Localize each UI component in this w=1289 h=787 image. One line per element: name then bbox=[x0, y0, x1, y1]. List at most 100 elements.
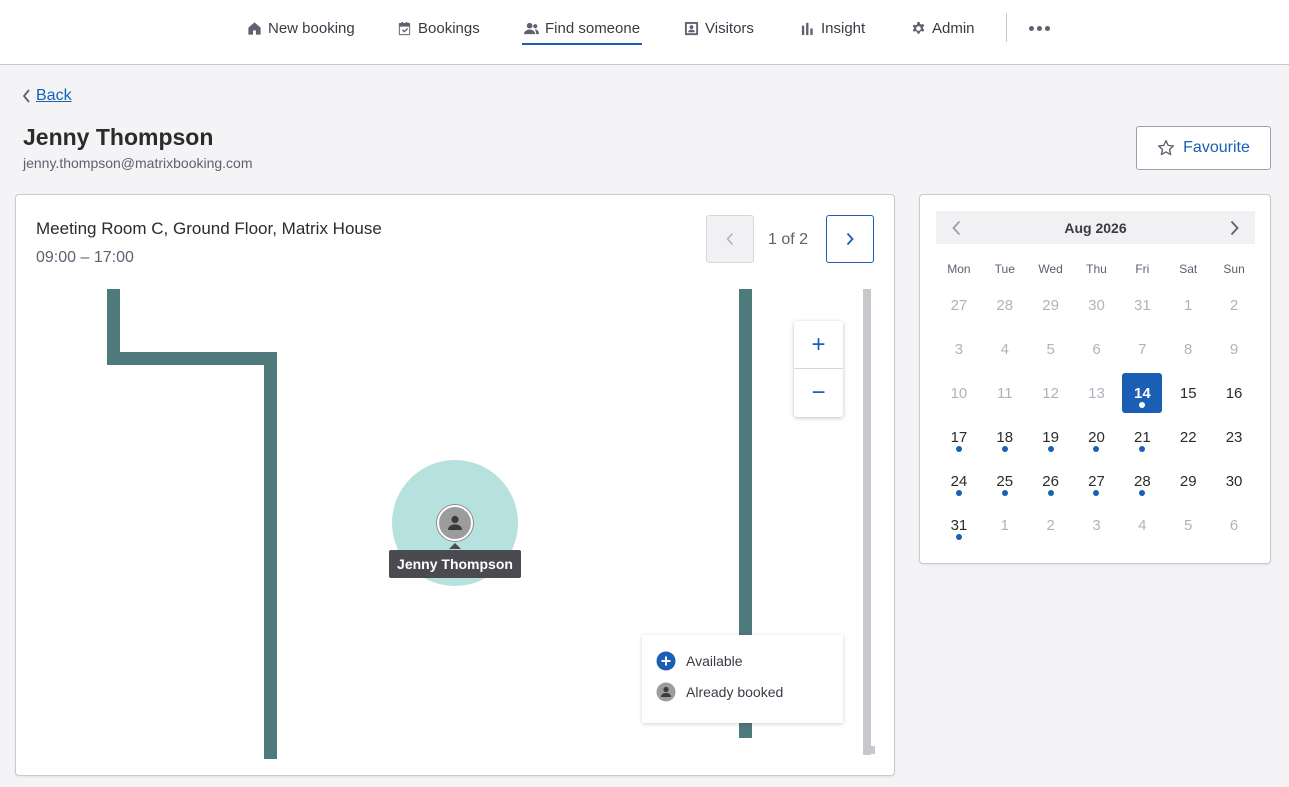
calendar-day[interactable]: 26 bbox=[1028, 459, 1074, 503]
nav-label: Insight bbox=[821, 19, 866, 37]
calendar-week-row: 24 25 26 27 28 29 30 bbox=[936, 459, 1257, 503]
zoom-out-button[interactable]: − bbox=[794, 369, 843, 417]
calendar-day-number: 8 bbox=[1184, 340, 1193, 358]
chevron-left-icon bbox=[22, 89, 30, 103]
calendar-day[interactable]: 29 bbox=[1165, 459, 1211, 503]
calendar-day: 4 bbox=[982, 327, 1028, 371]
next-booking-button[interactable] bbox=[826, 215, 874, 263]
favourite-label: Favourite bbox=[1183, 139, 1250, 156]
calendar-day[interactable]: 19 bbox=[1028, 415, 1074, 459]
calendar-day: 1 bbox=[982, 503, 1028, 547]
calendar-day: 5 bbox=[1028, 327, 1074, 371]
calendar-day-number: 30 bbox=[1225, 472, 1243, 490]
calendar-day-number: 14 bbox=[1134, 384, 1151, 402]
booking-indicator-dot bbox=[955, 446, 962, 452]
weekday-label: Sat bbox=[1179, 262, 1198, 276]
calendar-day: 2 bbox=[1028, 503, 1074, 547]
calendar-day: 5 bbox=[1165, 503, 1211, 547]
calendar-week-row: 31 1 2 3 4 5 6 bbox=[936, 503, 1257, 547]
calendar-week-row: 27 28 29 30 31 1 2 bbox=[936, 283, 1257, 327]
calendar-day[interactable]: 24 bbox=[936, 459, 982, 503]
top-navigation: New booking Bookings Find someone Visito… bbox=[0, 0, 1289, 65]
calendar-day[interactable]: 23 bbox=[1211, 415, 1257, 459]
calendar-day: 30 bbox=[1074, 283, 1120, 327]
nav-find-someone[interactable]: Find someone bbox=[521, 0, 643, 56]
booking-pager-count: 1 of 2 bbox=[768, 231, 809, 248]
calendar-day: 3 bbox=[936, 327, 982, 371]
calendar-day-number: 24 bbox=[950, 472, 968, 490]
calendar-day[interactable]: 25 bbox=[982, 459, 1028, 503]
calendar-day-number: 3 bbox=[954, 340, 964, 358]
desk-pin[interactable] bbox=[437, 505, 473, 541]
pin-label-pointer bbox=[449, 543, 461, 549]
calendar-day[interactable]: 27 bbox=[1074, 459, 1120, 503]
calendar-day-number: 13 bbox=[1088, 384, 1105, 402]
calendar-day[interactable]: 18 bbox=[982, 415, 1028, 459]
favourite-button[interactable]: Favourite bbox=[1136, 126, 1271, 170]
more-horizontal-icon[interactable] bbox=[1025, 14, 1053, 42]
next-month-button[interactable] bbox=[1216, 211, 1252, 244]
calendar-day[interactable]: 22 bbox=[1165, 415, 1211, 459]
calendar-day-number: 17 bbox=[950, 428, 968, 446]
nav-label: Bookings bbox=[418, 19, 480, 37]
calendar-day-number: 21 bbox=[1134, 428, 1151, 446]
nav-visitors[interactable]: Visitors bbox=[684, 0, 754, 56]
calendar-day[interactable]: 31 bbox=[936, 503, 982, 547]
booking-indicator-dot bbox=[955, 490, 962, 496]
legend-item-available: Available bbox=[656, 651, 743, 671]
weekday-label: Mon bbox=[947, 262, 971, 276]
person-icon bbox=[448, 515, 462, 530]
calendar-month-label: Aug 2026 bbox=[1064, 220, 1127, 236]
weekday-label: Wed bbox=[1038, 262, 1063, 276]
weekday-header-row: Mon Tue Wed Thu Fri Sat Sun bbox=[936, 255, 1257, 283]
back-label[interactable]: Back bbox=[36, 87, 72, 105]
chevron-right-icon bbox=[846, 232, 854, 246]
nav-admin[interactable]: Admin bbox=[911, 0, 975, 56]
calendar-weeks: 27 28 29 30 31 1 2 3 4 5 6 7 8 9 10 11 12 13 14 15 16 17 18 19 2… bbox=[936, 283, 1257, 547]
chevron-left-icon bbox=[726, 232, 734, 246]
calendar-day-number: 6 bbox=[1092, 340, 1101, 358]
calendar-day[interactable]: 28 bbox=[1119, 459, 1165, 503]
calendar-week-row: 10 11 12 13 14 15 16 bbox=[936, 371, 1257, 415]
date-picker-calendar: Aug 2026 Mon Tue Wed Thu Fri Sat Sun 27 2… bbox=[919, 194, 1271, 564]
back-link[interactable]: Back bbox=[22, 87, 72, 105]
nav-insight[interactable]: Insight bbox=[800, 0, 865, 56]
calendar-day-number: 9 bbox=[1229, 340, 1239, 358]
calendar-day-number: 31 bbox=[950, 516, 968, 534]
bar-chart-icon bbox=[801, 22, 813, 35]
calendar-day[interactable]: 21 bbox=[1119, 415, 1165, 459]
calendar-day: 2 bbox=[1211, 283, 1257, 327]
calendar-day: 28 bbox=[982, 283, 1028, 327]
calendar-day-number: 18 bbox=[996, 428, 1014, 446]
calendar-day[interactable]: 20 bbox=[1074, 415, 1120, 459]
zoom-controls: + − bbox=[794, 321, 843, 417]
calendar-day-number: 28 bbox=[996, 296, 1014, 314]
nav-new-booking[interactable]: New booking bbox=[247, 0, 355, 56]
calendar-day-number: 4 bbox=[1000, 340, 1009, 358]
zoom-in-button[interactable]: + bbox=[794, 321, 843, 369]
calendar-day-number: 30 bbox=[1088, 296, 1105, 314]
calendar-day-number: 22 bbox=[1179, 428, 1197, 446]
calendar-day[interactable]: 16 bbox=[1211, 371, 1257, 415]
nav-label: New booking bbox=[268, 19, 355, 37]
calendar-day[interactable]: 17 bbox=[936, 415, 982, 459]
booking-indicator-dot bbox=[1001, 446, 1008, 452]
calendar-day-number: 26 bbox=[1042, 472, 1059, 490]
previous-booking-button[interactable] bbox=[706, 215, 754, 263]
map-scrollbar[interactable] bbox=[863, 289, 871, 755]
person-email: jenny.thompson@matrixbooking.com bbox=[23, 155, 253, 171]
calendar-week-row: 17 18 19 20 21 22 23 bbox=[936, 415, 1257, 459]
calendar-day[interactable]: 30 bbox=[1211, 459, 1257, 503]
calendar-day-selected[interactable]: 14 bbox=[1119, 371, 1165, 415]
calendar-day-number: 3 bbox=[1092, 516, 1101, 534]
people-icon bbox=[524, 22, 539, 34]
nav-bookings[interactable]: Bookings bbox=[397, 0, 480, 56]
calendar-week-row: 3 4 5 6 7 8 9 bbox=[936, 327, 1257, 371]
legend-label: Available bbox=[686, 653, 743, 669]
calendar-day-number: 19 bbox=[1042, 428, 1059, 446]
calendar-day-number: 1 bbox=[1184, 296, 1193, 314]
calendar-day-number: 27 bbox=[950, 296, 968, 314]
plus-circle-icon bbox=[656, 651, 676, 671]
page-title: Jenny Thompson bbox=[23, 124, 214, 150]
calendar-day[interactable]: 15 bbox=[1165, 371, 1211, 415]
